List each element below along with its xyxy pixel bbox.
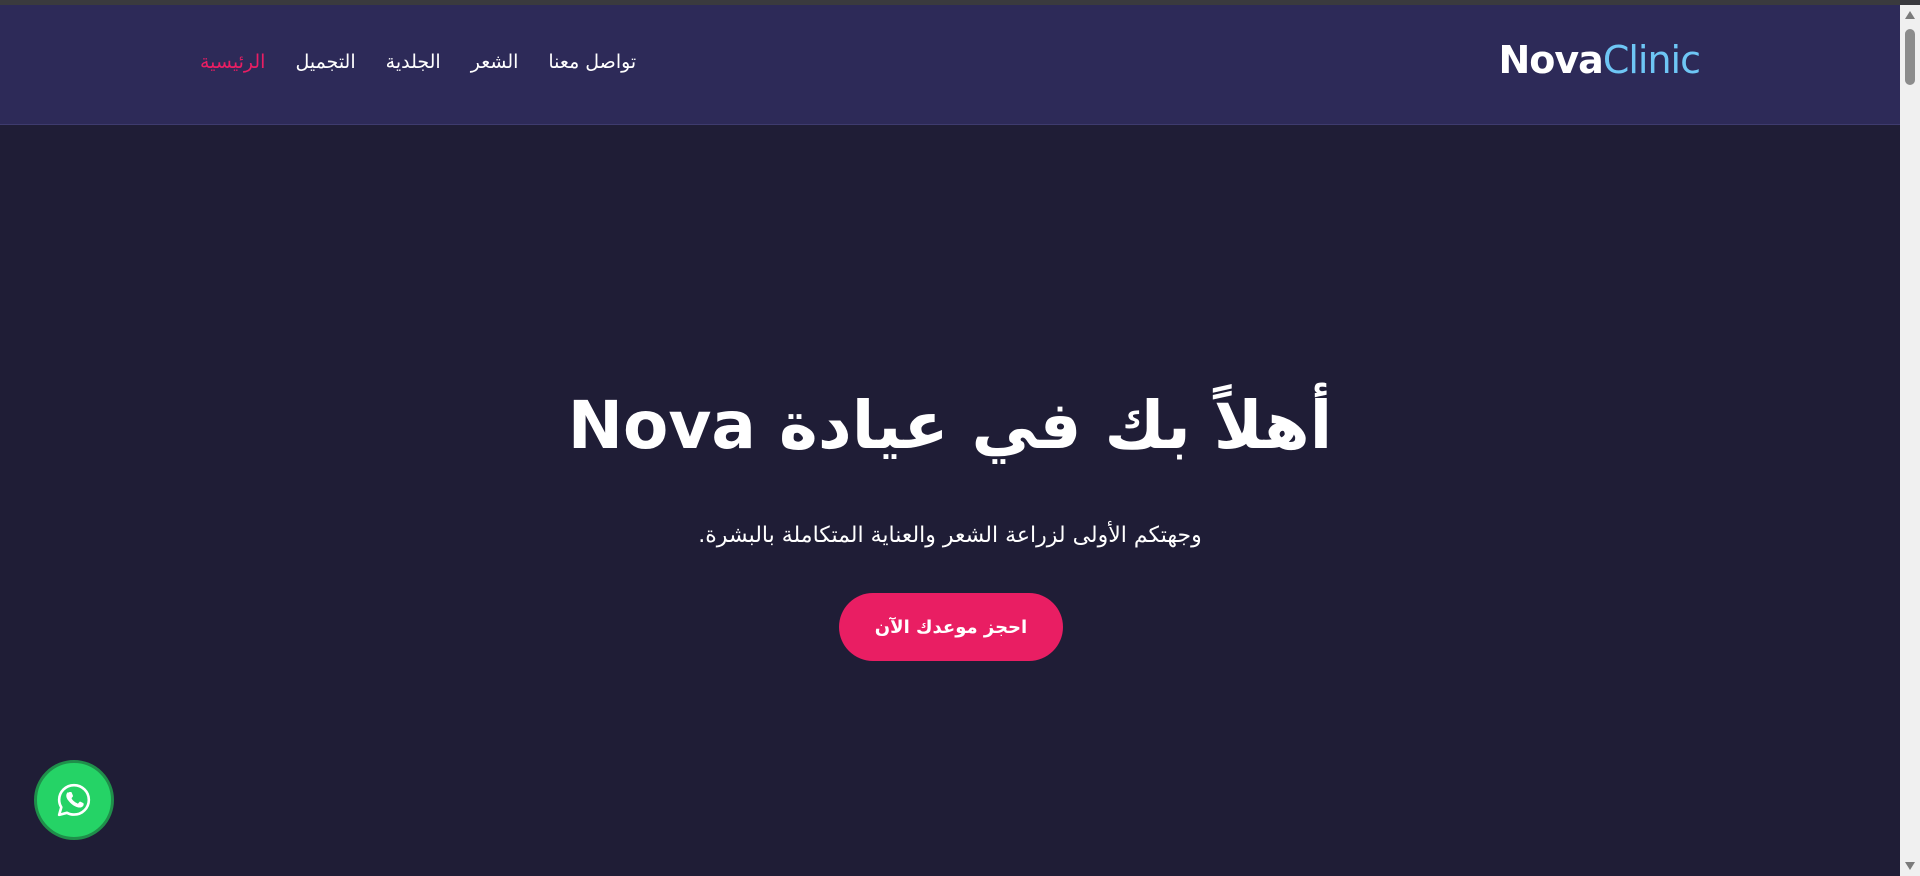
whatsapp-icon: [57, 783, 91, 817]
scroll-down-arrow-icon[interactable]: [1905, 862, 1915, 870]
page-viewport: NovaClinic الرئيسية التجميل الجلدية الشع…: [0, 5, 1900, 876]
brand-name-part2: Clinic: [1602, 38, 1701, 82]
scrollbar-thumb[interactable]: [1905, 29, 1915, 85]
nav-item-cosmetics[interactable]: التجميل: [295, 53, 355, 72]
nav-item-hair[interactable]: الشعر: [471, 53, 519, 72]
hero-title: أهلاً بك في عيادة Nova: [567, 387, 1333, 464]
book-appointment-button[interactable]: احجز موعدك الآن: [839, 593, 1063, 661]
scroll-up-arrow-icon[interactable]: [1905, 11, 1915, 19]
brand-logo[interactable]: NovaClinic: [1498, 38, 1701, 82]
nav-item-contact[interactable]: تواصل معنا: [548, 53, 636, 72]
hero-subtitle: وجهتكم الأولى لزراعة الشعر والعناية المت…: [698, 523, 1202, 548]
brand-name-part1: Nova: [1498, 38, 1603, 82]
navbar: NovaClinic الرئيسية التجميل الجلدية الشع…: [0, 5, 1900, 125]
main-nav: الرئيسية التجميل الجلدية الشعر تواصل معن…: [200, 53, 636, 72]
scrollbar[interactable]: [1900, 5, 1920, 876]
whatsapp-button[interactable]: [34, 760, 114, 840]
nav-item-dermatology[interactable]: الجلدية: [386, 53, 441, 72]
nav-item-home[interactable]: الرئيسية: [200, 53, 265, 72]
